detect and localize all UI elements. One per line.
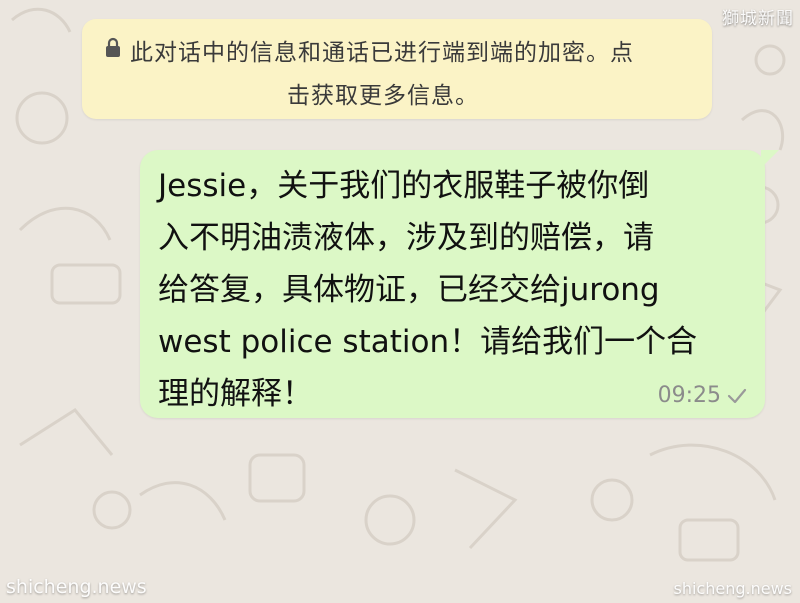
message-line-1: Jessie，关于我们的衣服鞋子被你倒 — [158, 168, 650, 204]
message-line-2: 入不明油渍液体，涉及到的赔偿，请 — [158, 220, 654, 256]
watermark-bottom-left: shicheng.news — [6, 576, 147, 598]
encryption-notice-text-line2: 击获取更多信息。 — [287, 83, 479, 109]
message-line-4: west police station！请给我们一个合 — [158, 324, 698, 360]
outgoing-message-bubble[interactable]: Jessie，关于我们的衣服鞋子被你倒 入不明油渍液体，涉及到的赔偿，请 给答复… — [140, 150, 779, 420]
lock-icon — [106, 37, 120, 57]
encryption-notice[interactable]: 此对话中的信息和通话已进行端到端的加密。点 击获取更多信息。 — [82, 19, 712, 119]
message-time: 09:25 — [657, 383, 721, 408]
message-line-3: 给答复，具体物证，已经交给jurong — [158, 272, 660, 308]
checkmark-icon — [727, 388, 747, 403]
message-bubble-tail — [761, 150, 779, 168]
encryption-notice-text-line1: 此对话中的信息和通话已进行端到端的加密。点 — [130, 40, 634, 66]
watermark-top-right: 獅城新聞 — [722, 9, 794, 29]
watermark-bottom-right: shicheng.news — [673, 579, 793, 598]
message-meta: 09:25 — [658, 383, 747, 408]
message-text: Jessie，关于我们的衣服鞋子被你倒 入不明油渍液体，涉及到的赔偿，请 给答复… — [158, 160, 748, 420]
